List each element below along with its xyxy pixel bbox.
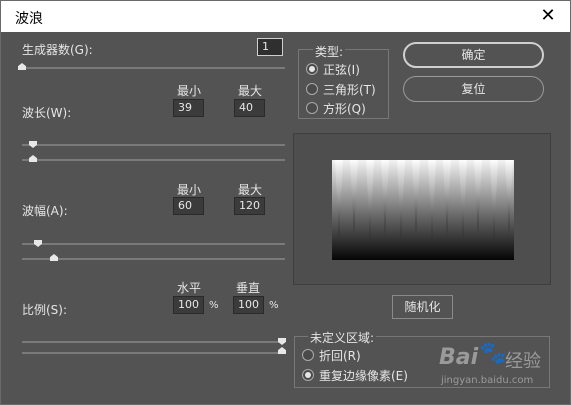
scale-horizontal-slider-thumb[interactable] bbox=[278, 338, 286, 345]
scale-vertical-unit: % bbox=[269, 300, 279, 311]
amplitude-min-slider-track[interactable] bbox=[22, 243, 285, 245]
wavelength-max-slider-thumb[interactable] bbox=[29, 155, 37, 162]
generators-input[interactable]: 1 bbox=[257, 38, 283, 56]
amplitude-min-slider-thumb[interactable] bbox=[34, 240, 42, 247]
ok-button[interactable]: 确定 bbox=[403, 42, 544, 68]
amplitude-min-input[interactable]: 60 bbox=[173, 197, 204, 215]
watermark-brand: Bai bbox=[439, 345, 479, 370]
dialog-title: 波浪 bbox=[15, 11, 43, 27]
generators-label: 生成器数(G): bbox=[22, 43, 93, 57]
amplitude-max-slider-thumb[interactable] bbox=[50, 254, 58, 261]
generators-slider-track[interactable] bbox=[22, 67, 285, 69]
wrap-around-label[interactable]: 折回(R) bbox=[319, 347, 361, 364]
amplitude-max-slider-track[interactable] bbox=[22, 258, 285, 260]
watermark-url: jingyan.baidu.com bbox=[441, 375, 534, 386]
scale-vertical-slider-thumb[interactable] bbox=[278, 347, 286, 354]
amplitude-min-label: 最小 bbox=[177, 183, 202, 197]
wavelength-min-slider-track[interactable] bbox=[22, 144, 285, 146]
baidu-watermark: Bai 🐾 经验 jingyan.baidu.com bbox=[439, 341, 559, 391]
reset-button[interactable]: 复位 bbox=[403, 76, 544, 102]
title-bar: 波浪 ✕ bbox=[1, 1, 570, 32]
scale-horizontal-input[interactable]: 100 bbox=[173, 296, 204, 314]
wavelength-label: 波长(W): bbox=[22, 106, 72, 120]
wave-dialog: 波浪 ✕ 生成器数(G): 1 最小 最大 波长(W): 39 40 最小 最大… bbox=[0, 0, 571, 405]
wavelength-max-slider-track[interactable] bbox=[22, 159, 285, 161]
scale-horizontal-unit: % bbox=[209, 300, 219, 311]
scale-vertical-input[interactable]: 100 bbox=[233, 296, 264, 314]
scale-vertical-label: 垂直 bbox=[236, 281, 261, 295]
paw-icon: 🐾 bbox=[479, 341, 507, 366]
wave-preview-image bbox=[332, 160, 514, 260]
wavelength-min-label: 最小 bbox=[177, 84, 202, 98]
type-square-label[interactable]: 方形(Q) bbox=[323, 100, 366, 117]
randomize-button[interactable]: 随机化 bbox=[392, 295, 453, 319]
amplitude-label: 波幅(A): bbox=[22, 204, 68, 218]
wavelength-min-input[interactable]: 39 bbox=[173, 99, 204, 117]
amplitude-max-input[interactable]: 120 bbox=[234, 197, 265, 215]
type-legend: 类型: bbox=[313, 43, 346, 60]
preview-panel bbox=[293, 133, 551, 285]
wavelength-max-label: 最大 bbox=[238, 84, 263, 98]
generators-slider-thumb[interactable] bbox=[18, 63, 26, 70]
wavelength-min-slider-thumb[interactable] bbox=[29, 141, 37, 148]
scale-label: 比例(S): bbox=[22, 303, 68, 317]
amplitude-max-label: 最大 bbox=[238, 183, 263, 197]
scale-horizontal-slider-track[interactable] bbox=[22, 341, 285, 343]
type-triangle-radio[interactable] bbox=[306, 83, 318, 95]
type-sine-radio[interactable] bbox=[306, 63, 318, 75]
wavelength-max-input[interactable]: 40 bbox=[234, 99, 265, 117]
type-triangle-label[interactable]: 三角形(T) bbox=[323, 81, 376, 98]
type-sine-label[interactable]: 正弦(I) bbox=[323, 61, 360, 78]
close-icon[interactable]: ✕ bbox=[536, 4, 560, 28]
scale-vertical-slider-track[interactable] bbox=[22, 352, 285, 354]
repeat-edge-radio[interactable] bbox=[302, 369, 314, 381]
wrap-around-radio[interactable] bbox=[302, 349, 314, 361]
watermark-brand2: 经验 bbox=[505, 351, 541, 372]
type-square-radio[interactable] bbox=[306, 102, 318, 114]
repeat-edge-label[interactable]: 重复边缘像素(E) bbox=[319, 367, 408, 384]
undefined-area-legend: 未定义区域: bbox=[308, 329, 377, 346]
scale-horizontal-label: 水平 bbox=[177, 281, 202, 295]
